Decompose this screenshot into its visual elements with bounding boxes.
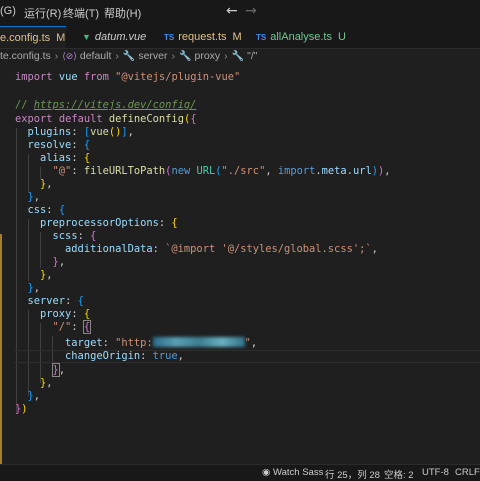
code-line: }, <box>27 390 41 402</box>
code-token: vue <box>58 71 78 83</box>
code-token: target <box>65 337 103 349</box>
status-bar: ◉ Watch Sass 行 25，列 28 空格: 2 UTF-8 CRLF <box>0 464 480 481</box>
code-punct: { <box>190 113 197 125</box>
code-token: fileURLToPath <box>83 165 166 177</box>
code-token: export <box>15 113 53 125</box>
menu-item-help[interactable]: 帮助(H) <box>104 5 141 21</box>
code-line: changeOrigin: true, <box>65 350 184 362</box>
cursor-position[interactable]: 行 25，列 28 <box>325 467 380 481</box>
code-token: from <box>83 71 109 83</box>
code-line: }, <box>52 256 66 268</box>
eol-setting[interactable]: CRLF <box>455 467 480 478</box>
code-line: }, <box>27 282 41 294</box>
code-token: server <box>27 295 66 307</box>
code-line: }) <box>15 403 28 415</box>
ts-file-icon: TS <box>256 32 267 42</box>
tab-label: datum.vue <box>94 31 147 43</box>
code-line: // https://vitejs.dev/config/ <box>15 99 196 112</box>
tab-request-ts[interactable]: TS request.ts M <box>164 26 246 48</box>
code-token: css <box>27 204 47 216</box>
back-arrow-icon[interactable]: ← <box>226 3 238 19</box>
menu-item-run[interactable]: 运行(R) <box>24 5 61 21</box>
redacted-url <box>152 337 245 347</box>
code-token: preprocessorOptions <box>40 217 159 229</box>
menu-bar: (G) 运行(R) 终端(T) 帮助(H) ← → <box>0 0 480 26</box>
code-token: resolve <box>27 139 72 151</box>
code-line: "/": { <box>52 320 92 334</box>
code-editor[interactable]: import { defineConfig } from 'vite' impo… <box>0 58 480 464</box>
code-line: import vue from "@vitejs/plugin-vue" <box>15 71 240 84</box>
code-token: new <box>171 165 191 177</box>
code-token: alias <box>40 152 72 164</box>
code-token: additionalData <box>65 243 153 255</box>
code-token: proxy <box>40 308 72 320</box>
code-line: server: { <box>27 295 84 307</box>
code-line: css: { <box>27 204 66 216</box>
code-line: export default defineConfig({ <box>15 113 196 126</box>
code-line: "@": fileURLToPath(new URL("./src", impo… <box>52 165 391 177</box>
code-line: }, <box>51 363 66 377</box>
code-token: import <box>277 165 316 177</box>
code-line: alias: { <box>40 152 91 164</box>
code-token: scss <box>52 230 78 242</box>
code-token: "@" <box>52 165 72 177</box>
code-line: }, <box>40 178 53 190</box>
code-line: scss: { <box>52 230 97 242</box>
encoding-setting[interactable]: UTF-8 <box>422 467 449 478</box>
forward-arrow-icon[interactable]: → <box>245 3 257 19</box>
code-token: true <box>152 350 178 362</box>
code-token: url <box>352 165 372 177</box>
code-token: URL <box>196 165 216 177</box>
menu-item-terminal[interactable]: 终端(T) <box>63 5 99 21</box>
tab-bar: e.config.ts M ▼ datum.vue TS request.ts … <box>0 26 480 49</box>
indentation-setting[interactable]: 空格: 2 <box>384 467 414 481</box>
code-token: "http: <box>115 337 153 349</box>
modified-badge: M <box>56 31 66 44</box>
tab-vite-config[interactable]: e.config.ts M <box>0 26 66 48</box>
tab-label: allAnalyse.ts <box>270 31 332 43</box>
code-token: vue <box>90 126 109 138</box>
code-token: defineConfig <box>108 113 184 125</box>
git-change-marker <box>0 234 2 464</box>
code-token: import <box>15 71 53 83</box>
code-token: `@import '@/styles/global.scss';` <box>165 243 372 255</box>
code-line: target: "http: ", <box>65 337 258 349</box>
vue-file-icon: ▼ <box>82 32 91 42</box>
code-token: // <box>15 99 34 111</box>
code-token: "/" <box>52 321 72 333</box>
code-line: }, <box>40 377 53 389</box>
code-line: import { defineConfig } from 'vite' <box>15 64 259 71</box>
code-line: plugins: [vue()], <box>27 126 134 138</box>
watch-sass-button[interactable]: Watch Sass <box>273 467 323 478</box>
code-line: resolve: { <box>27 139 91 151</box>
code-line: additionalData: `@import '@/styles/globa… <box>65 243 378 255</box>
code-token: "./src" <box>221 165 266 177</box>
code-token: plugins <box>27 126 72 138</box>
menu-item-go[interactable]: (G) <box>0 5 16 17</box>
code-link[interactable]: https://vitejs.dev/config/ <box>34 99 197 111</box>
code-token: "@vitejs/plugin-vue" <box>115 71 241 83</box>
code-line: preprocessorOptions: { <box>40 217 178 229</box>
code-line: }, <box>40 269 53 281</box>
code-line: proxy: { <box>40 308 91 320</box>
tab-label: request.ts <box>178 31 227 43</box>
code-token: default <box>58 113 103 125</box>
code-token: changeOrigin <box>65 350 141 362</box>
untracked-badge: U <box>338 31 346 43</box>
code-line: }, <box>27 191 41 203</box>
tab-datum-vue[interactable]: ▼ datum.vue <box>82 26 156 48</box>
code-token: meta <box>321 165 347 177</box>
tab-label: e.config.ts <box>0 31 51 44</box>
ts-file-icon: TS <box>164 32 175 42</box>
tab-allanalyse-ts[interactable]: TS allAnalyse.ts U <box>256 26 352 48</box>
modified-badge: M <box>232 31 242 43</box>
watch-sass-icon: ◉ <box>262 467 271 478</box>
